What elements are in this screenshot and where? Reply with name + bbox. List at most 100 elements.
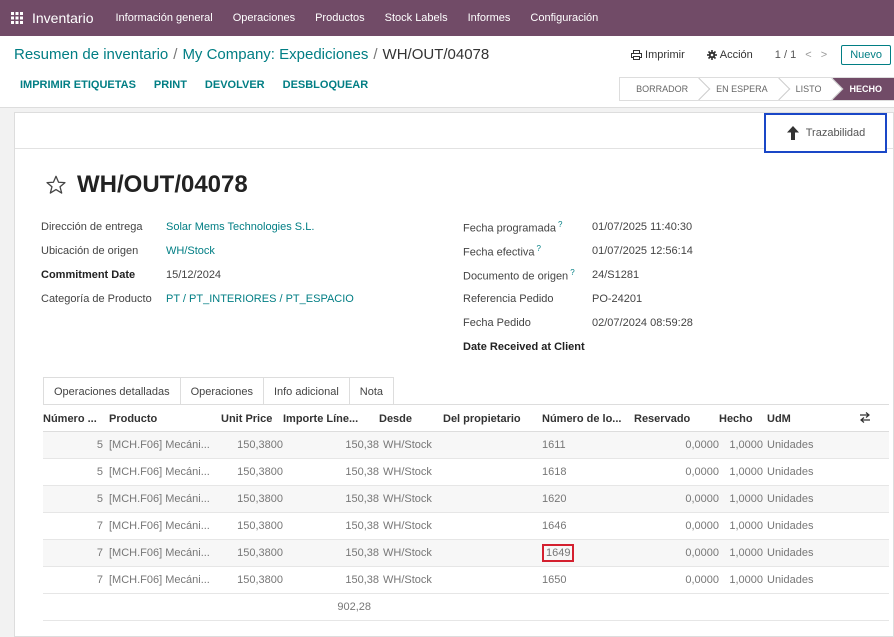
breadcrumb-expediciones[interactable]: My Company: Expediciones	[182, 46, 368, 63]
cell-line-amount[interactable]: 150,38	[283, 431, 379, 459]
cell-line-amount[interactable]: 150,38	[283, 512, 379, 540]
star-icon[interactable]	[45, 174, 67, 196]
cell-product[interactable]: [MCH.F06] Mecáni...	[109, 431, 221, 459]
column-settings-icon[interactable]	[859, 407, 889, 432]
cell-lot-number[interactable]: 1649	[542, 539, 634, 567]
print-button[interactable]: Imprimir	[631, 49, 685, 61]
col-header-number[interactable]: Número ...	[43, 407, 109, 432]
pager-value[interactable]: 1 / 1	[775, 49, 796, 61]
cell-owner[interactable]	[439, 485, 542, 513]
cell-number[interactable]: 7	[43, 512, 109, 540]
cell-number[interactable]: 7	[43, 566, 109, 594]
tab-note[interactable]: Nota	[349, 377, 395, 405]
print-report-button[interactable]: PRINT	[154, 79, 187, 91]
cell-lot-number[interactable]: 1650	[542, 566, 634, 594]
menu-item-stock-labels[interactable]: Stock Labels	[385, 12, 448, 24]
product-category-value[interactable]: PT / PT_INTERIORES / PT_ESPACIO	[166, 293, 354, 305]
menu-item-informacion-general[interactable]: Información general	[115, 12, 212, 24]
tab-operations[interactable]: Operaciones	[180, 377, 264, 405]
cell-owner[interactable]	[439, 512, 542, 540]
col-header-owner[interactable]: Del propietario	[439, 407, 542, 432]
status-borrador[interactable]: BORRADOR	[619, 77, 701, 101]
cell-uom[interactable]: Unidades	[763, 485, 859, 513]
new-button[interactable]: Nuevo	[841, 45, 891, 65]
unlock-button[interactable]: DESBLOQUEAR	[283, 79, 369, 91]
cell-line-amount[interactable]: 150,38	[283, 458, 379, 486]
cell-uom[interactable]: Unidades	[763, 566, 859, 594]
cell-unit-price[interactable]: 150,3800	[221, 539, 283, 567]
cell-reserved[interactable]: 0,0000	[634, 539, 719, 567]
help-icon[interactable]: ?	[570, 268, 574, 277]
cell-unit-price[interactable]: 150,3800	[221, 458, 283, 486]
cell-done[interactable]: 1,0000	[719, 458, 763, 486]
cell-reserved[interactable]: 0,0000	[634, 566, 719, 594]
cell-from[interactable]: WH/Stock	[379, 431, 439, 459]
col-header-from[interactable]: Desde	[379, 407, 439, 432]
col-header-unit-price[interactable]: Unit Price	[221, 407, 283, 432]
cell-reserved[interactable]: 0,0000	[634, 431, 719, 459]
menu-item-configuracion[interactable]: Configuración	[530, 12, 598, 24]
cell-line-amount[interactable]: 150,38	[283, 566, 379, 594]
cell-number[interactable]: 7	[43, 539, 109, 567]
cell-owner[interactable]	[439, 566, 542, 594]
pager-prev-icon[interactable]: <	[805, 49, 811, 61]
cell-lot-number[interactable]: 1646	[542, 512, 634, 540]
col-header-lot-number[interactable]: Número de lo...	[542, 407, 634, 432]
cell-unit-price[interactable]: 150,3800	[221, 512, 283, 540]
cell-unit-price[interactable]: 150,3800	[221, 431, 283, 459]
tab-detailed-operations[interactable]: Operaciones detalladas	[43, 377, 181, 405]
scheduled-date-value[interactable]: 01/07/2025 11:40:30	[592, 221, 692, 233]
effective-date-value[interactable]: 01/07/2025 12:56:14	[592, 245, 693, 257]
order-reference-value[interactable]: PO-24201	[592, 293, 642, 305]
cell-uom[interactable]: Unidades	[763, 512, 859, 540]
cell-reserved[interactable]: 0,0000	[634, 485, 719, 513]
col-header-line-amount[interactable]: Importe Líne...	[283, 407, 379, 432]
cell-uom[interactable]: Unidades	[763, 539, 859, 567]
breadcrumb-resumen[interactable]: Resumen de inventario	[14, 46, 168, 63]
app-brand[interactable]: Inventario	[32, 10, 93, 26]
table-row[interactable]: 5 [MCH.F06] Mecáni... 150,3800 150,38 WH/Sto…	[43, 485, 889, 513]
table-row[interactable]: 7 [MCH.F06] Mecáni... 150,3800 150,38 WH/Sto…	[43, 539, 889, 567]
cell-done[interactable]: 1,0000	[719, 512, 763, 540]
action-button[interactable]: Acción	[706, 49, 753, 61]
cell-product[interactable]: [MCH.F06] Mecáni...	[109, 458, 221, 486]
tab-additional-info[interactable]: Info adicional	[263, 377, 350, 405]
cell-lot-number[interactable]: 1618	[542, 458, 634, 486]
cell-done[interactable]: 1,0000	[719, 539, 763, 567]
cell-from[interactable]: WH/Stock	[379, 566, 439, 594]
source-location-value[interactable]: WH/Stock	[166, 245, 215, 257]
cell-number[interactable]: 5	[43, 458, 109, 486]
cell-done[interactable]: 1,0000	[719, 566, 763, 594]
help-icon[interactable]: ?	[537, 244, 541, 253]
cell-product[interactable]: [MCH.F06] Mecáni...	[109, 512, 221, 540]
print-labels-button[interactable]: IMPRIMIR ETIQUETAS	[20, 79, 136, 91]
table-row[interactable]: 7 [MCH.F06] Mecáni... 150,3800 150,38 WH/Sto…	[43, 566, 889, 594]
menu-item-operaciones[interactable]: Operaciones	[233, 12, 295, 24]
cell-line-amount[interactable]: 150,38	[283, 485, 379, 513]
cell-number[interactable]: 5	[43, 485, 109, 513]
order-date-value[interactable]: 02/07/2024 08:59:28	[592, 317, 693, 329]
traceability-button[interactable]: Trazabilidad	[764, 113, 887, 153]
cell-owner[interactable]	[439, 539, 542, 567]
cell-uom[interactable]: Unidades	[763, 458, 859, 486]
menu-item-informes[interactable]: Informes	[468, 12, 511, 24]
col-header-done[interactable]: Hecho	[719, 407, 763, 432]
col-header-reserved[interactable]: Reservado	[634, 407, 719, 432]
table-row[interactable]: 7 [MCH.F06] Mecáni... 150,3800 150,38 WH/Sto…	[43, 512, 889, 540]
cell-owner[interactable]	[439, 431, 542, 459]
col-header-product[interactable]: Producto	[109, 407, 221, 432]
cell-lot-number[interactable]: 1620	[542, 485, 634, 513]
cell-from[interactable]: WH/Stock	[379, 512, 439, 540]
cell-unit-price[interactable]: 150,3800	[221, 566, 283, 594]
commitment-date-value[interactable]: 15/12/2024	[166, 269, 221, 281]
col-header-uom[interactable]: UdM	[763, 407, 859, 432]
cell-reserved[interactable]: 0,0000	[634, 512, 719, 540]
source-document-value[interactable]: 24/S1281	[592, 269, 639, 281]
cell-from[interactable]: WH/Stock	[379, 458, 439, 486]
table-row[interactable]: 5 [MCH.F06] Mecáni... 150,3800 150,38 WH/Sto…	[43, 458, 889, 486]
cell-done[interactable]: 1,0000	[719, 431, 763, 459]
menu-item-productos[interactable]: Productos	[315, 12, 365, 24]
cell-uom[interactable]: Unidades	[763, 431, 859, 459]
apps-grid-icon[interactable]	[2, 12, 32, 24]
table-row[interactable]: 5 [MCH.F06] Mecáni... 150,3800 150,38 WH/Sto…	[43, 431, 889, 459]
